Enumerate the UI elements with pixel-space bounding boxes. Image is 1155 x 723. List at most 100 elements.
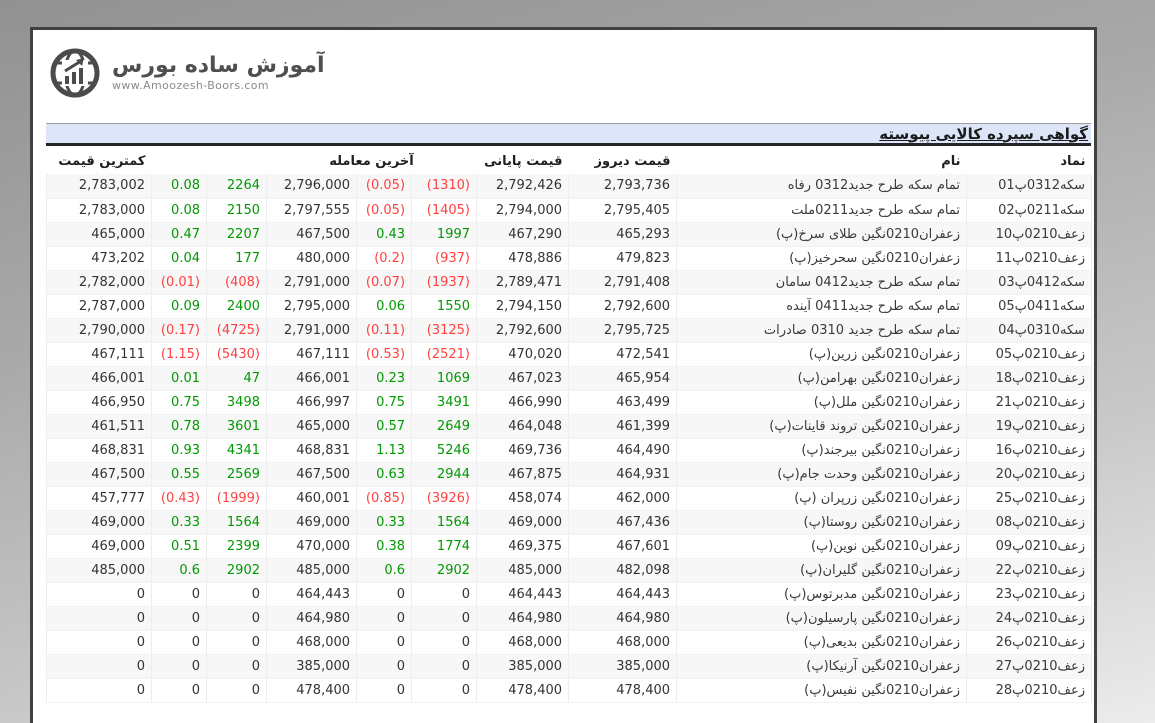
header-last-trade[interactable]: آخرین معامله [267, 148, 477, 174]
cell-closing: 2,792,426 [477, 174, 569, 198]
cell-symbol[interactable]: زعف0210پ21 [967, 390, 1092, 414]
cell-lowest: 465,000 [47, 222, 152, 246]
cell-symbol[interactable]: زعف0210پ25 [967, 486, 1092, 510]
cell-name: تمام سکه طرح جدید0211ملت [677, 198, 967, 222]
cell-last_change: 2400 [207, 294, 267, 318]
cell-closing_pct: 0.6 [357, 558, 412, 582]
header-name[interactable]: نام [677, 148, 967, 174]
cell-symbol[interactable]: زعف0210پ10 [967, 222, 1092, 246]
table-row[interactable]: زعف0210پ21زعفران0210نگین ملل(پ)463,49946… [47, 390, 1092, 414]
table-row[interactable]: سکه0211پ02تمام سکه طرح جدید0211ملت2,795,… [47, 198, 1092, 222]
cell-name: زعفران0210نگین مدبرتوس(پ) [677, 582, 967, 606]
cell-symbol[interactable]: سکه0312پ01 [967, 174, 1092, 198]
cell-symbol[interactable]: سکه0411پ05 [967, 294, 1092, 318]
cell-name: زعفران0210نگین بهرامن(پ) [677, 366, 967, 390]
table-row[interactable]: زعف0210پ05زعفران0210نگین زرین(پ)472,5414… [47, 342, 1092, 366]
table-row[interactable]: سکه0310پ04تمام سکه طرح جدید 0310 صادرات2… [47, 318, 1092, 342]
cell-closing_change: 0 [412, 630, 477, 654]
document-page: آموزش ساده بورس www.Amoozesh-Boors.com گ… [30, 27, 1097, 723]
cell-closing_pct: 0.38 [357, 534, 412, 558]
cell-yesterday: 2,795,405 [569, 198, 677, 222]
cell-symbol[interactable]: زعف0210پ09 [967, 534, 1092, 558]
cell-symbol[interactable]: زعف0210پ20 [967, 462, 1092, 486]
table-row[interactable]: زعف0210پ18زعفران0210نگین بهرامن(پ)465,95… [47, 366, 1092, 390]
table-row[interactable]: زعف0210پ20زعفران0210نگین وحدت جام(پ)464,… [47, 462, 1092, 486]
cell-closing: 466,990 [477, 390, 569, 414]
cell-symbol[interactable]: زعف0210پ05 [967, 342, 1092, 366]
cell-last_pct: (0.43) [152, 486, 207, 510]
cell-last: 485,000 [267, 558, 357, 582]
cell-lowest: 467,500 [47, 462, 152, 486]
cell-symbol[interactable]: زعف0210پ24 [967, 606, 1092, 630]
table-row[interactable]: زعف0210پ09زعفران0210نگین نوین(پ)467,6014… [47, 534, 1092, 558]
cell-closing_pct: 0.63 [357, 462, 412, 486]
cell-yesterday: 2,793,736 [569, 174, 677, 198]
cell-last: 2,797,555 [267, 198, 357, 222]
header-lowest-price[interactable]: کمترین قیمت [47, 148, 152, 174]
cell-closing_pct: (0.2) [357, 246, 412, 270]
cell-symbol[interactable]: زعف0210پ08 [967, 510, 1092, 534]
cell-last: 466,001 [267, 366, 357, 390]
cell-closing_pct: (0.11) [357, 318, 412, 342]
table-row[interactable]: زعف0210پ11زعفران0210نگین سحرخیز(پ)479,82… [47, 246, 1092, 270]
table-row[interactable]: سکه0312پ01تمام سکه طرح جدید0312 رفاه2,79… [47, 174, 1092, 198]
cell-last_pct: 0.55 [152, 462, 207, 486]
cell-yesterday: 467,601 [569, 534, 677, 558]
cell-closing: 2,792,600 [477, 318, 569, 342]
cell-last_pct: 0.09 [152, 294, 207, 318]
cell-symbol[interactable]: سکه0412پ03 [967, 270, 1092, 294]
cell-name: زعفران0210نگین گلیران(پ) [677, 558, 967, 582]
cell-yesterday: 464,980 [569, 606, 677, 630]
cell-last_change: (408) [207, 270, 267, 294]
cell-closing: 385,000 [477, 654, 569, 678]
header-symbol[interactable]: نماد [967, 148, 1092, 174]
table-row[interactable]: زعف0210پ08زعفران0210نگین روستا(پ)467,436… [47, 510, 1092, 534]
cell-name: زعفران0210نگین نفیس(پ) [677, 678, 967, 702]
table-row[interactable]: سکه0412پ03تمام سکه طرح جدید0412 سامان2,7… [47, 270, 1092, 294]
cell-lowest: 0 [47, 606, 152, 630]
table-row[interactable]: زعف0210پ26زعفران0210نگین بدیعی(پ)468,000… [47, 630, 1092, 654]
desktop-background: { "brand": { "logo_title": "آموزش ساده ب… [0, 0, 1155, 723]
table-header-row: نماد نام قیمت دیروز قیمت پایانی آخرین مع… [47, 148, 1092, 174]
cell-symbol[interactable]: زعف0210پ19 [967, 414, 1092, 438]
cell-yesterday: 472,541 [569, 342, 677, 366]
cell-last: 480,000 [267, 246, 357, 270]
cell-symbol[interactable]: زعف0210پ11 [967, 246, 1092, 270]
table-row[interactable]: زعف0210پ10زعفران0210نگین طلای سرخ(پ)465,… [47, 222, 1092, 246]
header-last-trade-spacer [152, 148, 267, 174]
cell-last_change: 0 [207, 630, 267, 654]
cell-symbol[interactable]: زعف0210پ18 [967, 366, 1092, 390]
cell-closing_pct: 0 [357, 582, 412, 606]
cell-symbol[interactable]: زعف0210پ27 [967, 654, 1092, 678]
cell-symbol[interactable]: سکه0310پ04 [967, 318, 1092, 342]
cell-closing_pct: (0.05) [357, 198, 412, 222]
cell-symbol[interactable]: زعف0210پ28 [967, 678, 1092, 702]
cell-last: 460,001 [267, 486, 357, 510]
header-closing-price[interactable]: قیمت پایانی [477, 148, 569, 174]
header-yesterday-price[interactable]: قیمت دیروز [569, 148, 677, 174]
table-row[interactable]: زعف0210پ25زعفران0210نگین زرپران (پ)462,0… [47, 486, 1092, 510]
cell-last_change: 0 [207, 582, 267, 606]
site-logo: آموزش ساده بورس www.Amoozesh-Boors.com [48, 44, 1091, 102]
table-row[interactable]: زعف0210پ16زعفران0210نگین بیرجند(پ)464,49… [47, 438, 1092, 462]
cell-symbol[interactable]: زعف0210پ26 [967, 630, 1092, 654]
cell-symbol[interactable]: زعف0210پ23 [967, 582, 1092, 606]
cell-closing_change: 3491 [412, 390, 477, 414]
cell-closing_pct: 0 [357, 678, 412, 702]
cell-symbol[interactable]: زعف0210پ22 [967, 558, 1092, 582]
table-row[interactable]: زعف0210پ27زعفران0210نگین آرنیکا(پ)385,00… [47, 654, 1092, 678]
cell-name: زعفران0210نگین ملل(پ) [677, 390, 967, 414]
cell-closing_pct: (0.53) [357, 342, 412, 366]
table-row[interactable]: زعف0210پ24زعفران0210نگین پارسیلون(پ)464,… [47, 606, 1092, 630]
table-row[interactable]: زعف0210پ19زعفران0210نگین تروند قاینات(پ)… [47, 414, 1092, 438]
table-row[interactable]: زعف0210پ23زعفران0210نگین مدبرتوس(پ)464,4… [47, 582, 1092, 606]
cell-symbol[interactable]: سکه0211پ02 [967, 198, 1092, 222]
cell-symbol[interactable]: زعف0210پ16 [967, 438, 1092, 462]
cell-lowest: 2,787,000 [47, 294, 152, 318]
cell-last: 2,796,000 [267, 174, 357, 198]
cell-last_change: 1564 [207, 510, 267, 534]
table-row[interactable]: زعف0210پ28زعفران0210نگین نفیس(پ)478,4004… [47, 678, 1092, 702]
table-row[interactable]: سکه0411پ05تمام سکه طرح جدید0411 آینده2,7… [47, 294, 1092, 318]
table-row[interactable]: زعف0210پ22زعفران0210نگین گلیران(پ)482,09… [47, 558, 1092, 582]
cell-last_change: 0 [207, 654, 267, 678]
